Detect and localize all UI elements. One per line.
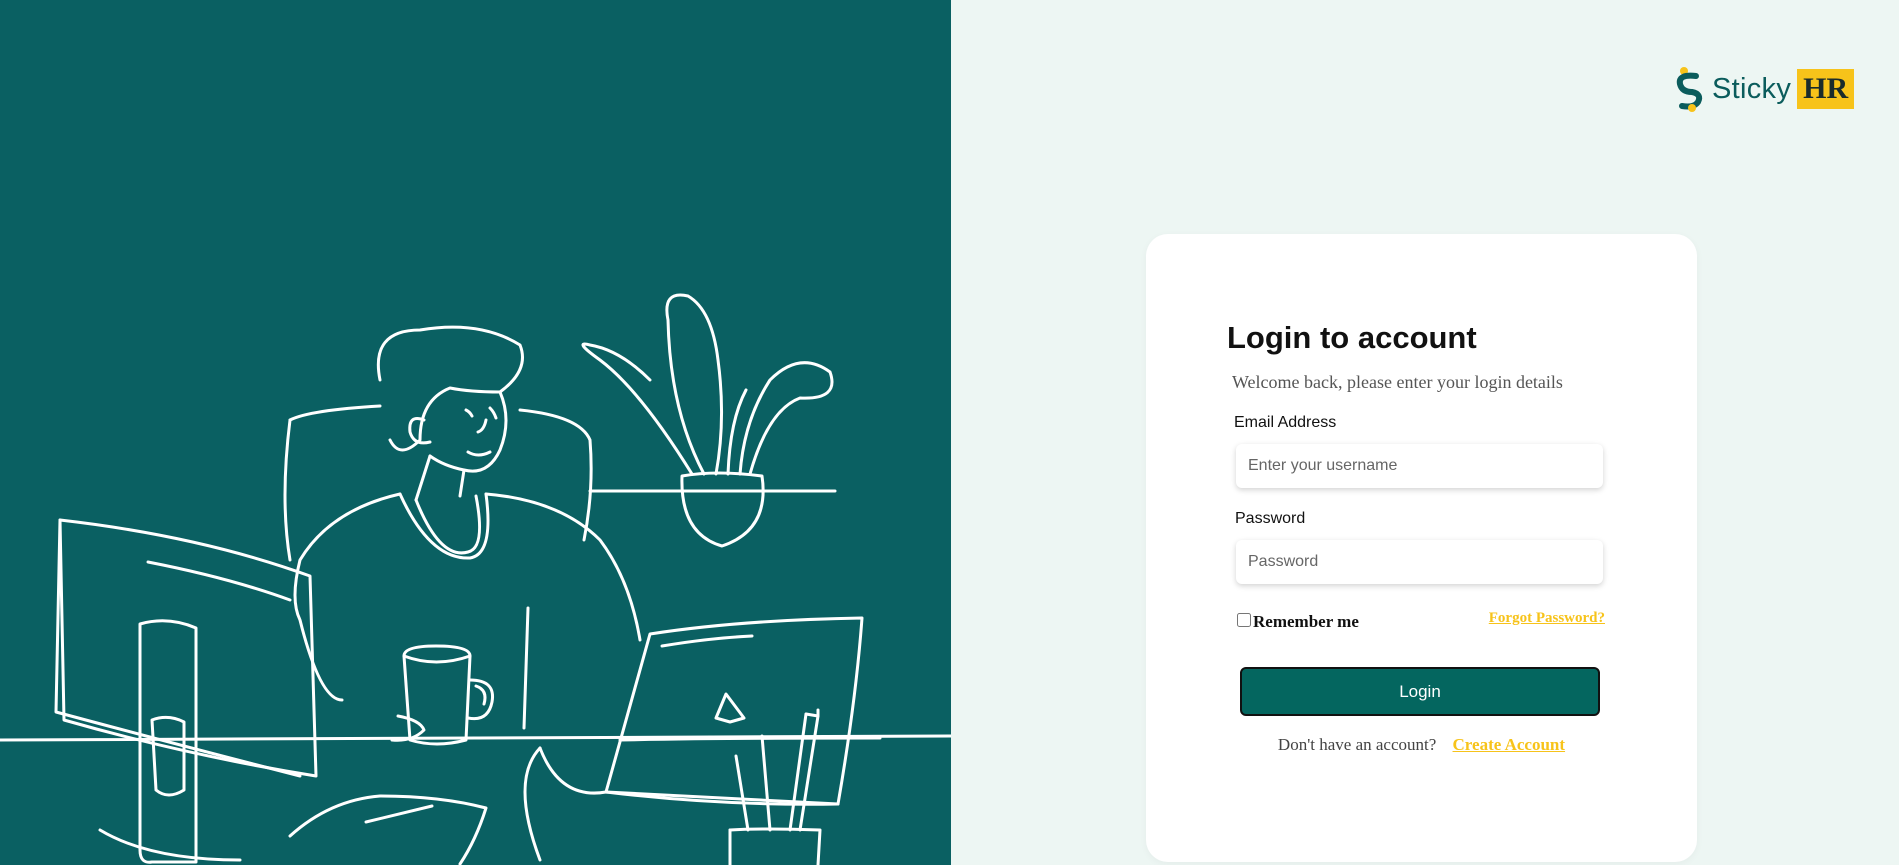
password-field[interactable]: [1236, 540, 1603, 584]
brand-name: Sticky: [1712, 72, 1792, 105]
login-page: Sticky HR Login to account Welcome back,…: [0, 0, 1899, 865]
remember-me-checkbox[interactable]: [1237, 613, 1251, 627]
sticky-s-icon: [1676, 67, 1703, 112]
brand-badge: HR: [1797, 69, 1855, 109]
illustration-panel: [0, 0, 951, 865]
email-label: Email Address: [1234, 414, 1337, 431]
brand-logo[interactable]: Sticky HR: [1674, 66, 1855, 112]
login-panel: Sticky HR Login to account Welcome back,…: [951, 0, 1899, 865]
create-account-link[interactable]: Create Account: [1453, 735, 1566, 754]
login-button[interactable]: Login: [1240, 667, 1600, 716]
email-field[interactable]: [1236, 444, 1603, 488]
password-label: Password: [1235, 510, 1306, 527]
login-card: Login to account Welcome back, please en…: [1146, 234, 1697, 862]
remember-me-label[interactable]: Remember me: [1253, 612, 1359, 632]
signup-prompt: Don't have an account?: [1277, 735, 1437, 754]
page-subtitle: Welcome back, please enter your login de…: [1232, 372, 1563, 392]
forgot-password-link[interactable]: Forgot Password?: [1489, 610, 1605, 627]
signup-row: Don't have an account? Create Account: [1146, 735, 1697, 755]
person-at-desk-illustration: [0, 293, 951, 865]
page-title: Login to account: [1227, 320, 1477, 355]
remember-me-group: Remember me: [1237, 608, 1359, 632]
